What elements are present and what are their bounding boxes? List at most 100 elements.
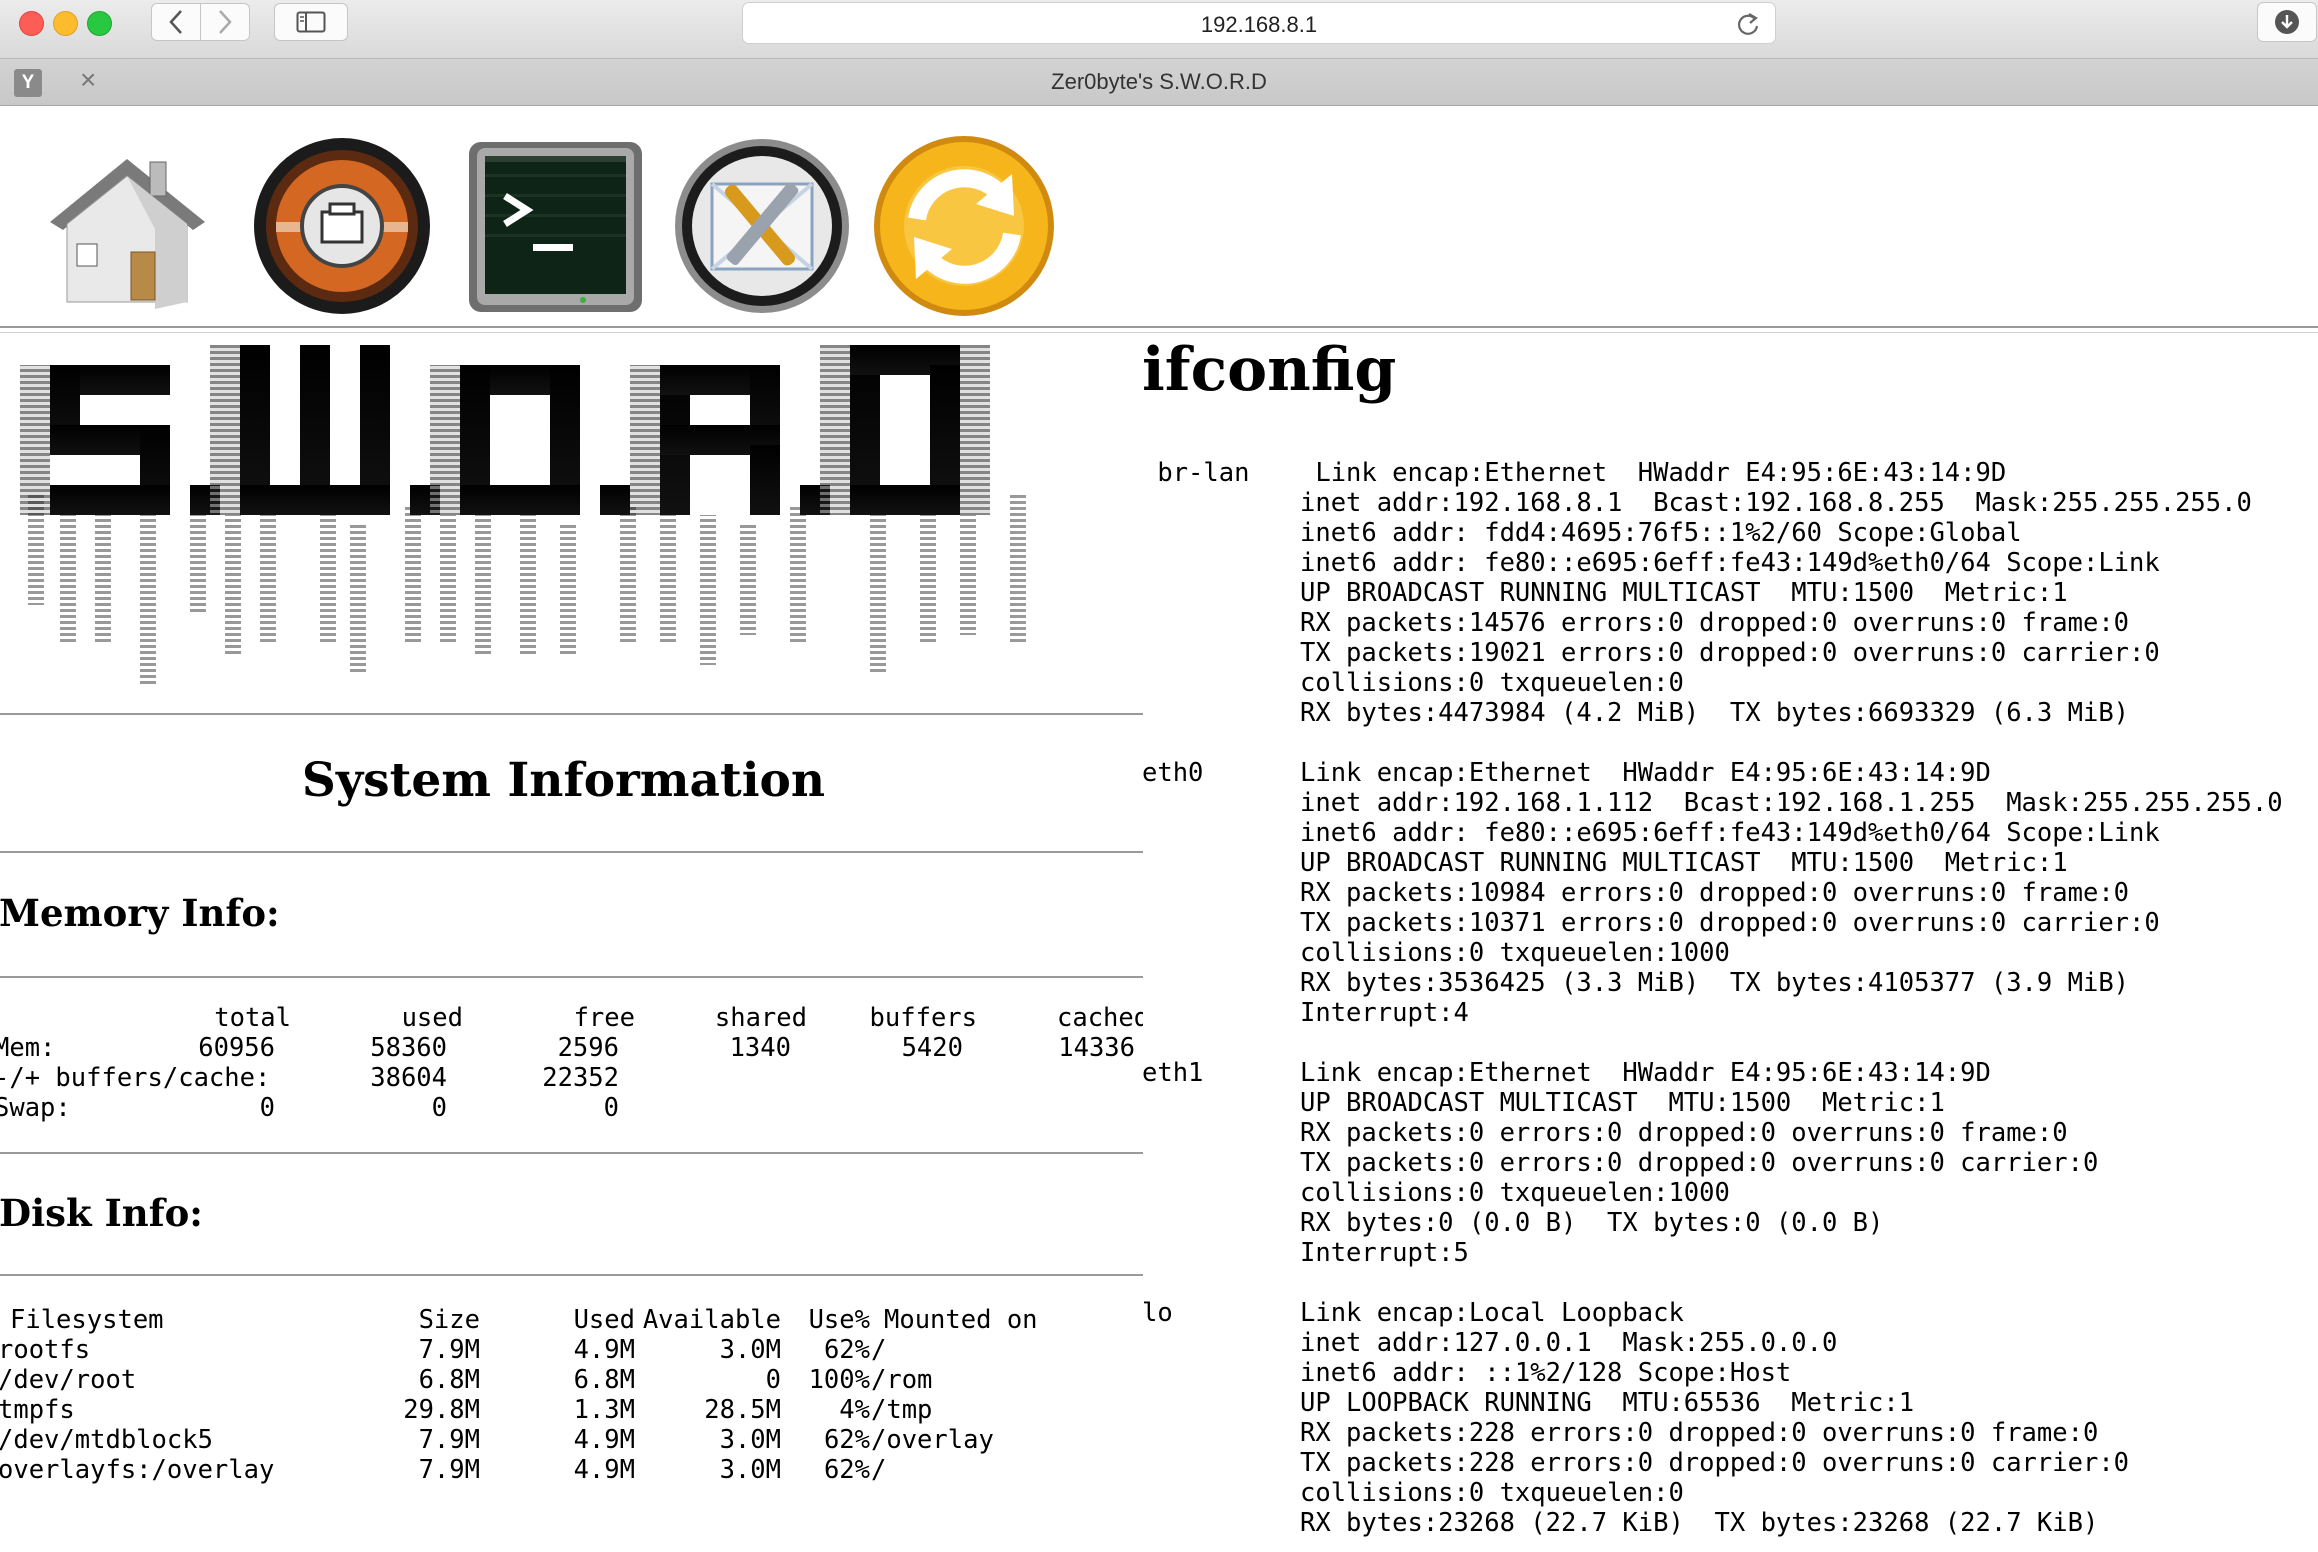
terminal-icon[interactable] <box>463 134 648 319</box>
interface-detail-line: inet6 addr: fe80::e695:6eff:fe43:149d%et… <box>1300 548 2160 578</box>
memory-value: 14336 <box>1058 1033 1135 1063</box>
interface-name: lo <box>1142 1298 1173 1328</box>
memory-header: shared <box>714 1003 807 1033</box>
memory-value: 0 <box>259 1093 275 1123</box>
tab-bar: Y × Zer0byte's S.W.O.R.D <box>0 59 2318 106</box>
disk-cell: /rom <box>871 1365 933 1395</box>
memory-value: 0 <box>431 1093 447 1123</box>
memory-row: Swap: 0 0 0 <box>0 1093 1143 1123</box>
disk-cell: 4.9M <box>573 1335 635 1365</box>
memory-value: 58360 <box>370 1033 447 1063</box>
interface-detail-line: collisions:0 txqueuelen:0 <box>1300 1478 1684 1508</box>
divider <box>0 851 1143 853</box>
address-bar[interactable]: 192.168.8.1 <box>742 2 1776 44</box>
interface-detail-line: RX bytes:4473984 (4.2 MiB) TX bytes:6693… <box>1300 698 2130 728</box>
interface-detail-line: RX bytes:0 (0.0 B) TX bytes:0 (0.0 B) <box>1300 1208 1884 1238</box>
sidebar-toggle-button[interactable] <box>274 3 348 41</box>
interface-detail-line: TX packets:19021 errors:0 dropped:0 over… <box>1300 638 2160 668</box>
disk-cell: 3.0M <box>719 1335 781 1365</box>
memory-header: buffers <box>869 1003 977 1033</box>
disk-cell: 4% <box>839 1395 870 1425</box>
disk-header-row: Filesystem Size Used Available Use% Moun… <box>0 1305 1143 1335</box>
disk-cell: 7.9M <box>418 1455 480 1485</box>
network-icon[interactable] <box>250 134 435 319</box>
download-icon <box>2275 10 2299 34</box>
disk-cell: 62% <box>823 1335 870 1365</box>
memory-header: cached <box>1057 1003 1143 1033</box>
disk-cell: 1.3M <box>573 1395 635 1425</box>
interface-detail-line: UP BROADCAST RUNNING MULTICAST MTU:1500 … <box>1300 578 2068 608</box>
browser-toolbar: 192.168.8.1 <box>0 0 2318 59</box>
disk-row: /dev/root 6.8M 6.8M 0 100%/rom <box>0 1365 1143 1395</box>
interface-detail-line: inet addr:192.168.1.112 Bcast:192.168.1.… <box>1300 788 2283 818</box>
disk-header: Filesystem <box>10 1305 164 1335</box>
memory-row-label: Mem: <box>0 1033 56 1063</box>
divider <box>0 1152 1143 1154</box>
memory-row-label: Swap: <box>0 1093 71 1123</box>
interface-detail-line: TX packets:10371 errors:0 dropped:0 over… <box>1300 908 2160 938</box>
interface-detail-line: collisions:0 txqueuelen:1000 <box>1300 938 1730 968</box>
zoom-window-button[interactable] <box>87 11 112 36</box>
disk-row: rootfs 7.9M 4.9M 3.0M 62% / <box>0 1335 1143 1365</box>
forward-button[interactable] <box>200 3 250 41</box>
interface-detail-line: RX packets:14576 errors:0 dropped:0 over… <box>1300 608 2130 638</box>
sword-logo <box>20 345 1026 685</box>
memory-value: 1340 <box>729 1033 791 1063</box>
disk-cell: overlayfs:/overlay <box>0 1455 275 1485</box>
ifconfig-title: ifconfig <box>1142 335 1397 405</box>
memory-value: 5420 <box>901 1033 963 1063</box>
disk-header: Size <box>418 1305 480 1335</box>
minimize-window-button[interactable] <box>53 11 78 36</box>
memory-value: 60956 <box>198 1033 275 1063</box>
disk-info-heading: Disk Info: <box>0 1191 203 1235</box>
interface-detail-line: inet6 addr: fdd4:4695:76f5::1%2/60 Scope… <box>1300 518 2022 548</box>
memory-row: -/+ buffers/cache: 38604 22352 <box>0 1063 1143 1093</box>
disk-cell: tmpfs <box>0 1395 75 1425</box>
memory-value: 38604 <box>370 1063 447 1093</box>
disk-cell: 62% <box>823 1425 870 1455</box>
interface-detail-line: inet6 addr: fe80::e695:6eff:fe43:149d%et… <box>1300 818 2160 848</box>
interface-name: br-lan <box>1142 458 1250 488</box>
interface-name: eth0 <box>1142 758 1204 788</box>
back-button[interactable] <box>151 3 201 41</box>
system-info-title: System Information <box>301 753 826 808</box>
disk-header: Used <box>573 1305 635 1335</box>
disk-cell: / <box>871 1455 887 1485</box>
disk-cell: /tmp <box>871 1395 933 1425</box>
interface-detail-line: Interrupt:5 <box>1300 1238 1469 1268</box>
disk-cell: 6.8M <box>573 1365 635 1395</box>
home-icon[interactable] <box>35 134 220 319</box>
disk-cell: /dev/root <box>0 1365 137 1395</box>
url-text: 192.168.8.1 <box>1200 12 1318 37</box>
header-divider <box>0 326 2318 333</box>
disk-cell: 100% <box>808 1365 870 1395</box>
refresh-icon[interactable] <box>872 134 1057 319</box>
interface-detail-line: UP LOOPBACK RUNNING MTU:65536 Metric:1 <box>1300 1388 1915 1418</box>
disk-cell: 4.9M <box>573 1455 635 1485</box>
disk-cell: 3.0M <box>719 1455 781 1485</box>
disk-cell: 3.0M <box>719 1425 781 1455</box>
interface-detail-line: collisions:0 txqueuelen:0 <box>1300 668 1684 698</box>
disk-cell: 7.9M <box>418 1425 480 1455</box>
interface-detail-line: RX bytes:3536425 (3.3 MiB) TX bytes:4105… <box>1300 968 2130 998</box>
memory-info-heading: Memory Info: <box>0 891 280 935</box>
interface-detail-line: TX packets:228 errors:0 dropped:0 overru… <box>1300 1448 2130 1478</box>
disk-cell: 4.9M <box>573 1425 635 1455</box>
interface-detail-line: inet6 addr: ::1%2/128 Scope:Host <box>1300 1358 1792 1388</box>
reload-icon[interactable] <box>1735 11 1761 37</box>
tab-title[interactable]: Zer0byte's S.W.O.R.D <box>0 69 2318 95</box>
interface-detail-line: Link encap:Ethernet HWaddr E4:95:6E:43:1… <box>1300 758 1991 788</box>
memory-value: 0 <box>603 1093 619 1123</box>
downloads-button[interactable] <box>2257 2 2317 42</box>
sidebar-icon <box>296 11 326 33</box>
memory-value: 22352 <box>542 1063 619 1093</box>
close-window-button[interactable] <box>19 11 44 36</box>
disk-cell: 6.8M <box>418 1365 480 1395</box>
interface-detail-line: RX packets:10984 errors:0 dropped:0 over… <box>1300 878 2130 908</box>
disk-row: overlayfs:/overlay 7.9M 4.9M 3.0M 62% / <box>0 1455 1143 1485</box>
disk-cell: /dev/mtdblock5 <box>0 1425 213 1455</box>
tools-icon[interactable] <box>670 134 855 319</box>
interface-detail-line: RX packets:0 errors:0 dropped:0 overruns… <box>1300 1118 2068 1148</box>
disk-table: Filesystem Size Used Available Use% Moun… <box>0 1305 1143 1485</box>
interface-detail-line: collisions:0 txqueuelen:1000 <box>1300 1178 1730 1208</box>
